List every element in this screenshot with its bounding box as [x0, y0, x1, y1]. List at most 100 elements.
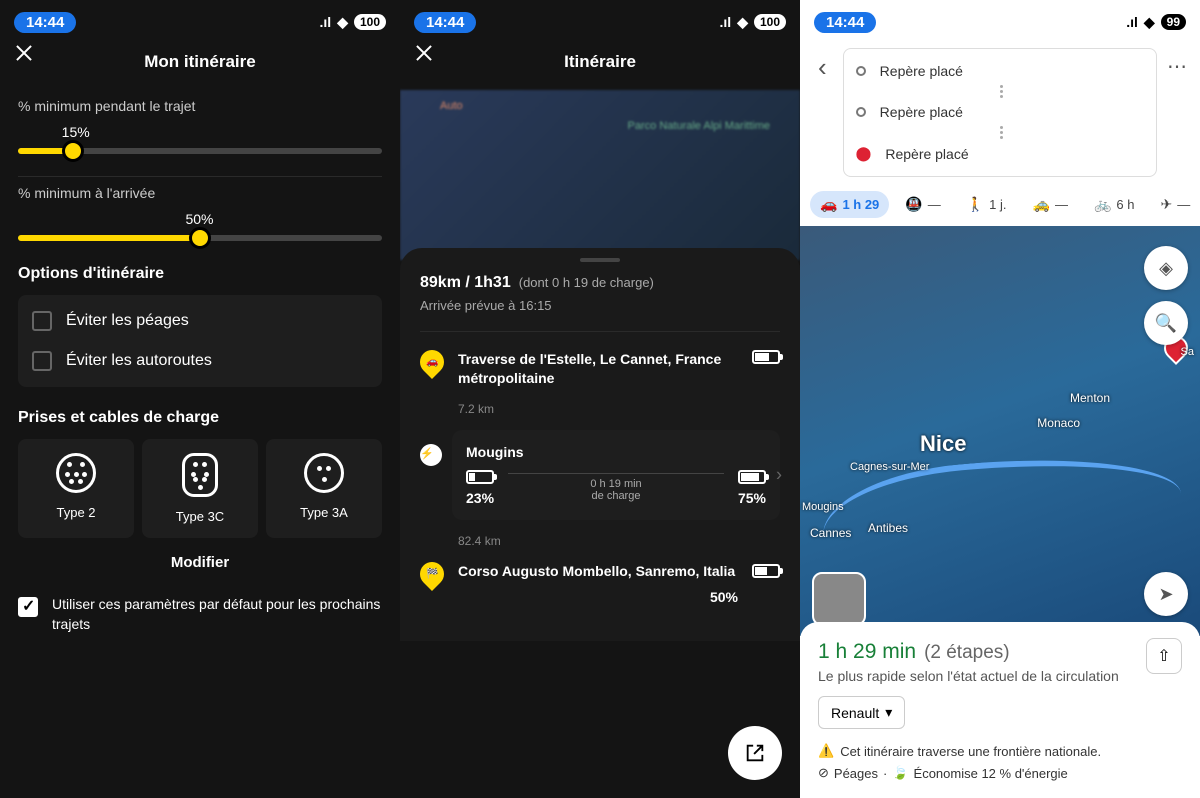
car-icon: 🚗	[820, 196, 837, 213]
segment-distance: 82.4 km	[458, 534, 780, 548]
walk-icon: 🚶	[967, 196, 984, 213]
summary-charge-note: (dont 0 h 19 de charge)	[519, 275, 654, 290]
locate-icon: ➤	[1158, 584, 1173, 605]
status-bar: 14:44 .ıl ◆ 100	[0, 0, 400, 40]
start-pin-icon: 🚗	[415, 345, 449, 379]
status-time: 14:44	[414, 12, 476, 33]
transit-icon: 🚇	[905, 196, 922, 213]
fastest-label: Le plus rapide selon l'état actuel de la…	[818, 668, 1182, 684]
route-start: 🚗 Traverse de l'Estelle, Le Cannet, Fran…	[420, 350, 780, 388]
back-button[interactable]: ‹	[812, 48, 833, 87]
waypoint-dot-icon	[856, 66, 866, 76]
tolls-icon: ⊘	[818, 765, 829, 781]
slider-label: % minimum à l'arrivée	[18, 185, 382, 201]
battery-icon	[466, 470, 494, 484]
start-address: Traverse de l'Estelle, Le Cannet, France…	[458, 350, 738, 388]
waypoints-card[interactable]: Repère placé Repère placé ⬤Repère placé	[843, 48, 1157, 177]
mode-plane[interactable]: ✈—	[1150, 191, 1200, 218]
mode-walk[interactable]: 🚶1 j.	[957, 191, 1017, 218]
dots-vertical-icon	[859, 124, 1144, 141]
charge-stop-card[interactable]: Mougins 23% 0 h 19 min de charge 75%	[452, 430, 780, 520]
transport-mode-bar: 🚗1 h 29 🚇— 🚶1 j. 🚕— 🚲6 h ✈—	[800, 187, 1200, 226]
status-bar: 14:44 .ıl ◆ 99	[800, 0, 1200, 40]
slider-value: 50%	[185, 211, 382, 227]
slider-thumb[interactable]	[189, 227, 211, 249]
battery-icon	[752, 350, 780, 364]
destination-pin-icon: ⬤	[856, 145, 872, 162]
leaf-icon: 🍃	[892, 765, 908, 781]
plug-type2[interactable]: Type 2	[18, 439, 134, 538]
app-header: Itinéraire	[400, 40, 800, 90]
map-view[interactable]: Sa Menton Monaco Nice Cagnes-sur-Mer Mou…	[800, 226, 1200, 636]
result-time: 1 h 29 min	[818, 640, 916, 664]
sheet-handle[interactable]	[580, 258, 620, 262]
plane-icon: ✈	[1160, 196, 1172, 213]
share-fab[interactable]	[728, 726, 782, 780]
charge-after-pct: 75%	[738, 490, 766, 506]
waypoint-row[interactable]: ⬤Repère placé	[856, 141, 1144, 166]
search-icon: 🔍	[1155, 313, 1177, 334]
border-warning: ⚠️ Cet itinéraire traverse une frontière…	[818, 743, 1182, 759]
result-sheet: 1 h 29 min (2 étapes) ⇧ Le plus rapide s…	[800, 622, 1200, 798]
status-indicators: .ıl ◆ 100	[320, 14, 386, 31]
plug-type3c[interactable]: Type 3C	[142, 439, 258, 538]
mode-bike[interactable]: 🚲6 h	[1084, 191, 1145, 218]
modify-button[interactable]: Modifier	[18, 554, 382, 571]
signal-icon: .ıl	[1126, 14, 1138, 30]
search-button[interactable]: 🔍	[1144, 301, 1188, 345]
layers-icon: ◈	[1159, 258, 1173, 279]
plug-label: Type 3A	[300, 505, 348, 520]
slider-track[interactable]	[18, 235, 382, 241]
chevron-down-icon: ▾	[885, 704, 892, 721]
checkbox-icon[interactable]	[32, 311, 52, 331]
battery-icon	[738, 470, 766, 484]
route-info: ⊘ Péages · 🍃 Économise 12 % d'énergie	[818, 765, 1182, 781]
default-label: Utiliser ces paramètres par défaut pour …	[52, 595, 382, 634]
more-menu-icon[interactable]: ⋯	[1167, 48, 1188, 79]
plug-icon	[56, 453, 96, 493]
vehicle-dropdown[interactable]: Renault ▾	[818, 696, 905, 729]
mode-car[interactable]: 🚗1 h 29	[810, 191, 889, 218]
streetview-thumbnail[interactable]	[812, 572, 866, 626]
share-button[interactable]: ⇧	[1146, 638, 1182, 674]
page-title: Mon itinéraire	[14, 52, 386, 72]
status-bar: 14:44 .ıl ◆ 100	[400, 0, 800, 40]
result-steps: (2 étapes)	[924, 642, 1010, 664]
slider-min-trip: % minimum pendant le trajet 15%	[18, 90, 382, 154]
waypoint-dot-icon	[856, 107, 866, 117]
waypoint-row[interactable]: Repère placé	[856, 59, 1144, 83]
dest-pin-icon: 🏁	[415, 557, 449, 591]
charge-before-pct: 23%	[466, 490, 494, 506]
layers-button[interactable]: ◈	[1144, 246, 1188, 290]
checkbox-icon[interactable]	[32, 351, 52, 371]
page-title: Itinéraire	[414, 52, 786, 72]
waypoint-row[interactable]: Repère placé	[856, 100, 1144, 124]
dots-vertical-icon	[859, 83, 1144, 100]
wifi-icon: ◆	[1144, 14, 1155, 31]
plugs-grid: Type 2 Type 3C Type 3A	[18, 439, 382, 538]
close-icon[interactable]	[14, 52, 34, 72]
rideshare-icon: 🚕	[1033, 196, 1050, 213]
default-params-row[interactable]: Utiliser ces paramètres par défaut pour …	[0, 581, 400, 640]
plug-type3a[interactable]: Type 3A	[266, 439, 382, 538]
wifi-icon: ◆	[337, 14, 348, 31]
plug-label: Type 3C	[176, 509, 224, 524]
slider-track[interactable]	[18, 148, 382, 154]
status-time: 14:44	[14, 12, 76, 33]
mode-rideshare[interactable]: 🚕—	[1023, 191, 1078, 218]
option-label: Éviter les autoroutes	[66, 352, 212, 370]
locate-button[interactable]: ➤	[1144, 572, 1188, 616]
mode-transit[interactable]: 🚇—	[895, 191, 950, 218]
battery-level: 100	[354, 14, 386, 30]
app-header: Mon itinéraire	[0, 40, 400, 90]
map-preview: Auto Parco Naturale Alpi Marittime	[400, 90, 800, 260]
slider-value: 15%	[62, 124, 382, 140]
plug-label: Type 2	[56, 505, 95, 520]
close-icon[interactable]	[414, 52, 434, 72]
slider-thumb[interactable]	[62, 140, 84, 162]
option-avoid-highways[interactable]: Éviter les autoroutes	[32, 341, 368, 381]
battery-icon	[752, 564, 780, 578]
plug-icon	[182, 453, 218, 497]
checkbox-icon[interactable]	[18, 597, 38, 617]
option-avoid-tolls[interactable]: Éviter les péages	[32, 301, 368, 341]
